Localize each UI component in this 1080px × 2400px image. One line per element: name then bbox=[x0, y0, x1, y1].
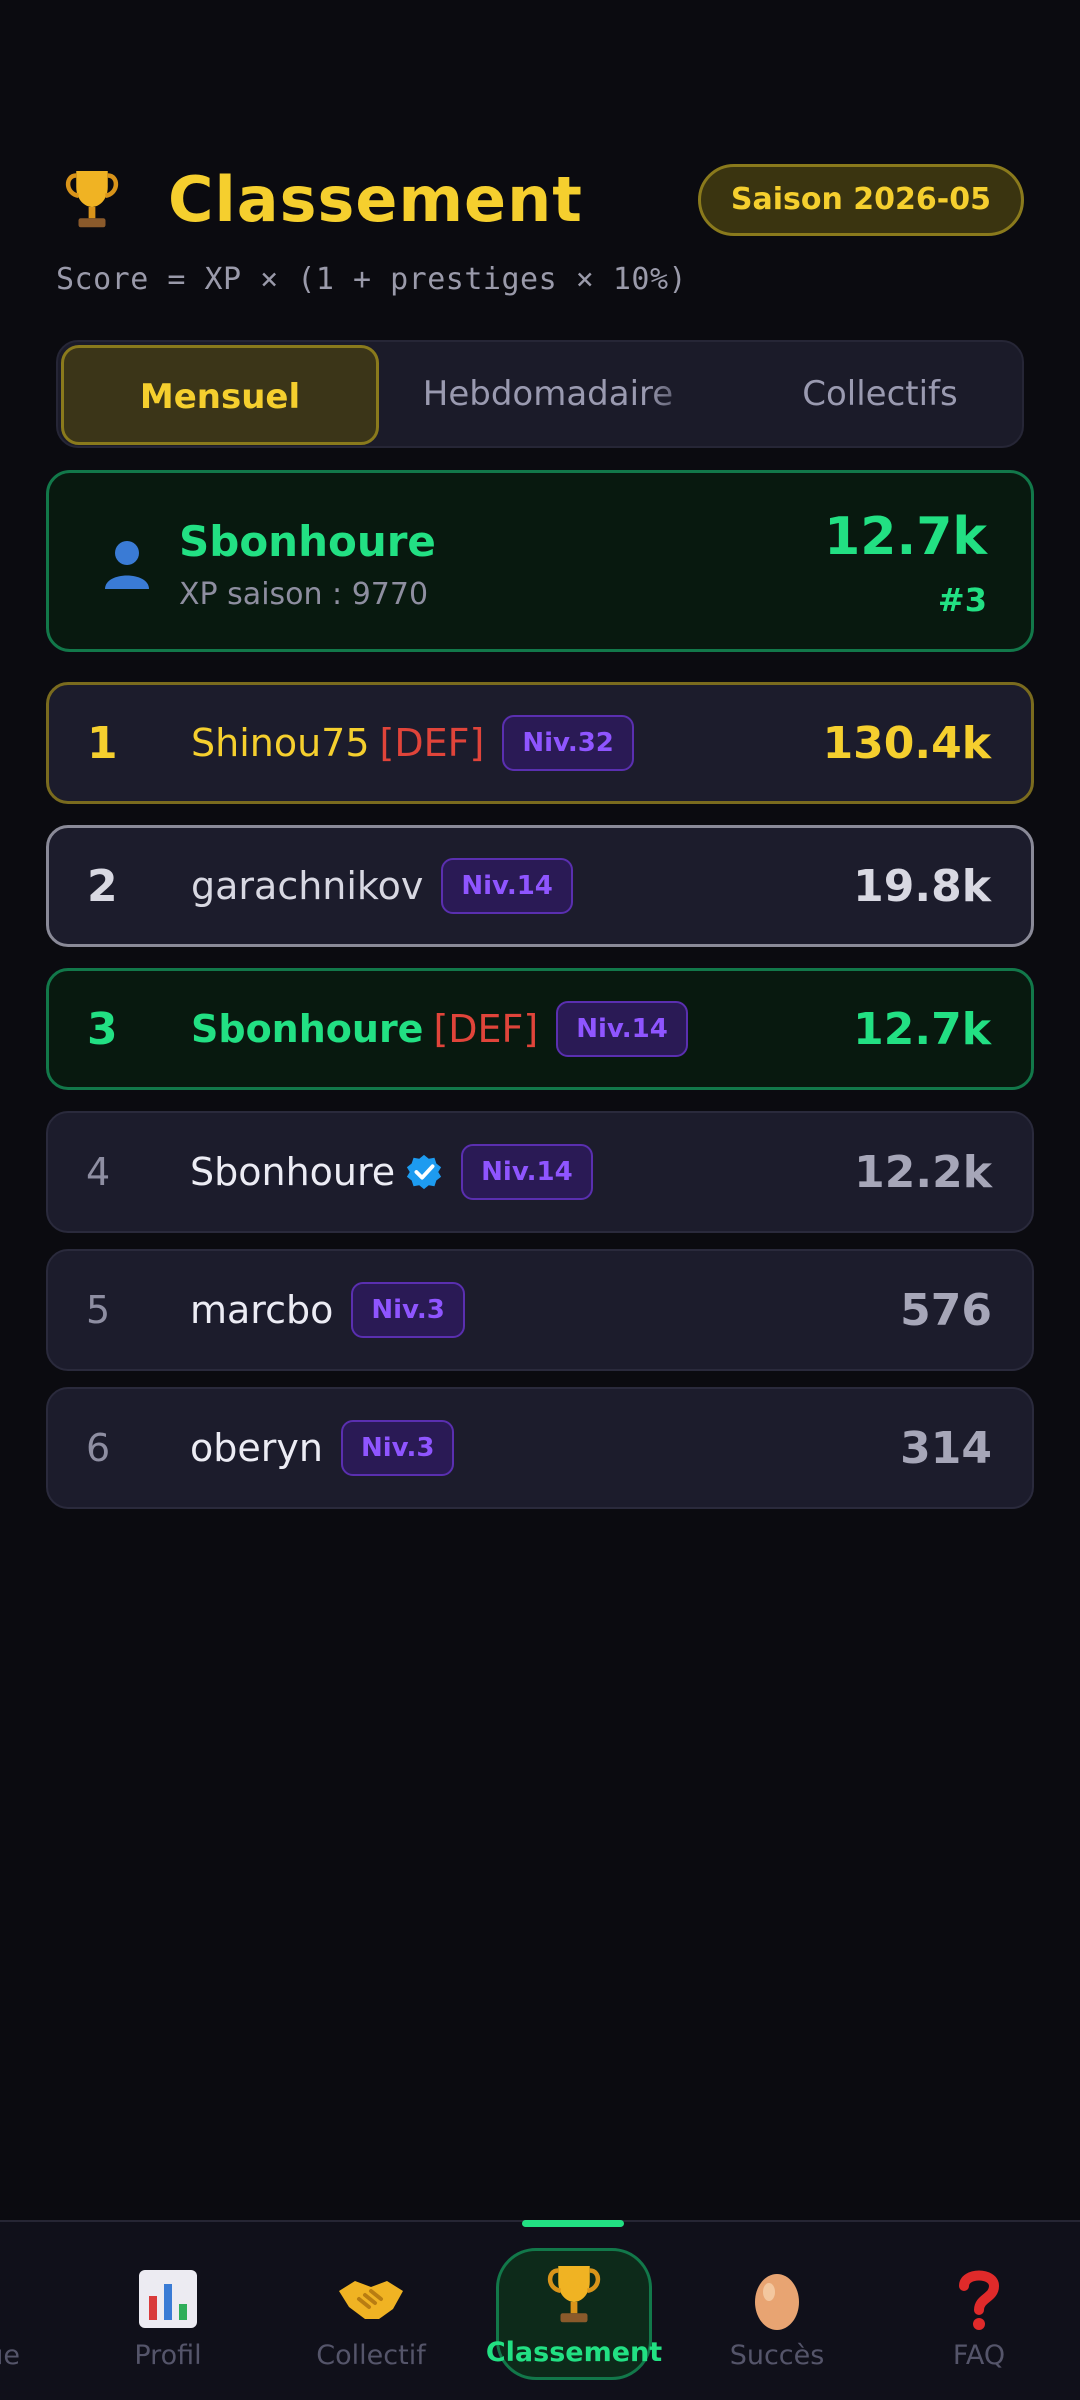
level-badge: Niv.14 bbox=[461, 1144, 593, 1200]
ranking-row[interactable]: 2 garachnikov Niv.14 19.8k bbox=[46, 825, 1034, 947]
row-player-tag: [DEF] bbox=[379, 721, 485, 765]
nav-label: Succès bbox=[729, 2340, 825, 2371]
level-badge: Niv.14 bbox=[556, 1001, 688, 1057]
nav-label: FAQ bbox=[952, 2340, 1006, 2371]
ranking-row[interactable]: 4 Sbonhoure Niv.14 12.2k bbox=[46, 1111, 1034, 1233]
nav-label: Classement bbox=[485, 2337, 663, 2368]
period-tabs: Mensuel Hebdomadaire Collectifs bbox=[56, 340, 1024, 448]
row-player-name: marcbo bbox=[190, 1288, 334, 1332]
row-rank: 6 bbox=[86, 1426, 111, 1470]
row-player-name: Sbonhoure bbox=[190, 1150, 396, 1194]
trophy-icon bbox=[499, 2257, 649, 2333]
verified-badge-icon bbox=[407, 1154, 442, 1190]
bottom-nav: ue Profil Collectif bbox=[0, 2220, 1080, 2400]
row-player-name: Shinou75 bbox=[191, 721, 370, 765]
row-player-name: garachnikov bbox=[191, 864, 424, 908]
trophy-icon bbox=[65, 171, 119, 228]
egg-icon bbox=[697, 2264, 857, 2334]
tab-collectifs[interactable]: Collectifs bbox=[721, 345, 1039, 445]
row-player: garachnikov Niv.14 bbox=[191, 828, 573, 944]
level-badge: Niv.3 bbox=[340, 1420, 455, 1476]
nav-item-cut-off[interactable]: ue bbox=[0, 2264, 20, 2371]
ranking-row[interactable]: 6 oberyn Niv.3 314 bbox=[46, 1387, 1034, 1509]
ranking-row[interactable]: 1 Shinou75 [DEF] Niv.32 130.4k bbox=[46, 682, 1034, 804]
nav-item-collectif[interactable]: Collectif bbox=[291, 2264, 451, 2371]
page-title: Classement bbox=[168, 163, 583, 236]
row-score: 19.8k bbox=[853, 860, 991, 912]
nav-item-faq[interactable]: FAQ bbox=[899, 2264, 1059, 2371]
my-score: 12.7k bbox=[824, 507, 987, 567]
row-rank: 1 bbox=[87, 717, 118, 769]
nav-item-classement[interactable]: Classement bbox=[486, 2248, 662, 2380]
tab-fade bbox=[647, 345, 707, 445]
user-avatar-icon bbox=[105, 541, 149, 589]
row-player: oberyn Niv.3 bbox=[190, 1389, 455, 1507]
tab-hebdomadaire-label: Hebdomadaire bbox=[422, 374, 674, 414]
row-score: 576 bbox=[900, 1284, 992, 1336]
row-score: 314 bbox=[900, 1422, 992, 1474]
ranking-row[interactable]: 3 Sbonhoure [DEF] Niv.14 12.7k bbox=[46, 968, 1034, 1090]
tab-hebdomadaire[interactable]: Hebdomadaire bbox=[389, 345, 707, 445]
active-tab-indicator bbox=[522, 2220, 624, 2227]
row-player-tag: [DEF] bbox=[433, 1007, 539, 1051]
row-player: Sbonhoure [DEF] Niv.14 bbox=[191, 971, 688, 1087]
level-badge: Niv.32 bbox=[502, 715, 634, 771]
question-icon bbox=[899, 2264, 1059, 2334]
row-player: marcbo Niv.3 bbox=[190, 1251, 465, 1369]
row-score: 12.2k bbox=[854, 1146, 992, 1198]
nav-cut-icon bbox=[0, 2264, 20, 2334]
handshake-icon bbox=[291, 2264, 451, 2334]
row-score: 12.7k bbox=[853, 1003, 991, 1055]
nav-item-profil[interactable]: Profil bbox=[88, 2264, 248, 2371]
row-player: Shinou75 [DEF] Niv.32 bbox=[191, 685, 634, 801]
my-name: Sbonhoure bbox=[179, 517, 436, 566]
nav-label: Collectif bbox=[316, 2340, 426, 2371]
row-player: Sbonhoure Niv.14 bbox=[190, 1113, 593, 1231]
row-rank: 5 bbox=[86, 1288, 111, 1332]
tab-mensuel[interactable]: Mensuel bbox=[61, 345, 379, 445]
level-badge: Niv.14 bbox=[441, 858, 573, 914]
level-badge: Niv.3 bbox=[351, 1282, 465, 1338]
app-root: Classement Saison 2026-05 Score = XP × (… bbox=[0, 0, 1080, 2400]
row-player-name: oberyn bbox=[190, 1426, 323, 1470]
nav-item-succes[interactable]: Succès bbox=[697, 2264, 857, 2371]
season-badge[interactable]: Saison 2026-05 bbox=[697, 164, 1024, 236]
nav-label: ue bbox=[0, 2340, 20, 2371]
row-player-name: Sbonhoure bbox=[191, 1007, 424, 1051]
header: Classement Saison 2026-05 bbox=[56, 158, 1024, 242]
my-ranking-card[interactable]: Sbonhoure XP saison : 9770 12.7k #3 bbox=[46, 470, 1034, 652]
ranking-row[interactable]: 5 marcbo Niv.3 576 bbox=[46, 1249, 1034, 1371]
bar-chart-icon bbox=[88, 2264, 248, 2334]
row-score: 130.4k bbox=[822, 717, 991, 769]
row-rank: 2 bbox=[87, 860, 118, 912]
my-season-xp: XP saison : 9770 bbox=[179, 577, 429, 612]
nav-label: Profil bbox=[134, 2340, 202, 2371]
row-rank: 4 bbox=[86, 1150, 111, 1194]
score-formula: Score = XP × (1 + prestiges × 10%) bbox=[56, 262, 688, 297]
my-rank: #3 bbox=[937, 581, 987, 619]
row-rank: 3 bbox=[87, 1003, 118, 1055]
